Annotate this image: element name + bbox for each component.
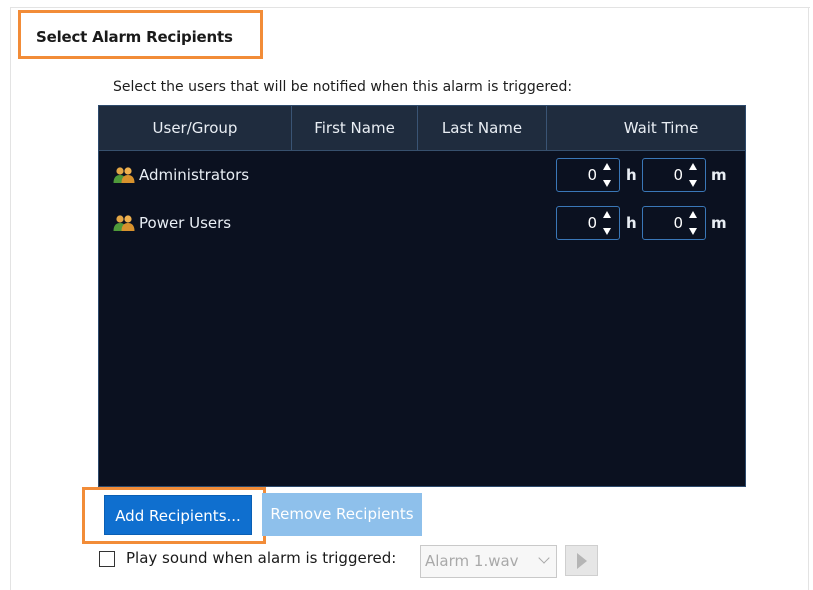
minutes-stepper[interactable]: 0 bbox=[642, 158, 706, 192]
table-row[interactable]: Power Users 0 h 0 m bbox=[99, 203, 745, 243]
hours-unit-label: h bbox=[626, 214, 637, 232]
sound-file-select[interactable]: Alarm 1.wav bbox=[420, 545, 557, 578]
decrement-arrow-icon[interactable] bbox=[689, 228, 697, 235]
panel-border-top bbox=[10, 7, 810, 8]
column-header-wait-time[interactable]: Wait Time bbox=[547, 106, 745, 150]
table-row[interactable]: Administrators 0 h 0 m bbox=[99, 155, 745, 195]
minutes-unit-label: m bbox=[711, 166, 727, 184]
increment-arrow-icon[interactable] bbox=[603, 211, 611, 218]
minutes-value: 0 bbox=[673, 166, 683, 184]
increment-arrow-icon[interactable] bbox=[689, 211, 697, 218]
recipients-table: User/Group First Name Last Name Wait Tim… bbox=[98, 105, 746, 487]
decrement-arrow-icon[interactable] bbox=[603, 228, 611, 235]
panel-border-right bbox=[808, 7, 809, 590]
user-group-icon bbox=[113, 215, 135, 231]
column-header-last-name[interactable]: Last Name bbox=[418, 106, 547, 150]
hours-value: 0 bbox=[587, 166, 597, 184]
play-sound-button[interactable] bbox=[565, 545, 598, 576]
column-header-first-name[interactable]: First Name bbox=[292, 106, 418, 150]
play-icon bbox=[577, 553, 587, 569]
minutes-unit-label: m bbox=[711, 214, 727, 232]
user-group-icon bbox=[113, 167, 135, 183]
instructions-text: Select the users that will be notified w… bbox=[113, 79, 573, 95]
add-button-highlight-box bbox=[82, 487, 266, 544]
decrement-arrow-icon[interactable] bbox=[603, 180, 611, 187]
play-sound-checkbox[interactable] bbox=[99, 551, 115, 567]
title-highlight-box bbox=[18, 10, 263, 59]
row-user-group-name: Administrators bbox=[139, 166, 250, 184]
hours-unit-label: h bbox=[626, 166, 637, 184]
remove-recipients-button[interactable]: Remove Recipients bbox=[262, 493, 422, 536]
table-header: User/Group First Name Last Name Wait Tim… bbox=[99, 106, 745, 151]
sound-file-value: Alarm 1.wav bbox=[425, 552, 519, 570]
panel-border-left bbox=[10, 7, 11, 590]
hours-stepper[interactable]: 0 bbox=[556, 158, 620, 192]
minutes-stepper[interactable]: 0 bbox=[642, 206, 706, 240]
increment-arrow-icon[interactable] bbox=[689, 163, 697, 170]
hours-value: 0 bbox=[587, 214, 597, 232]
chevron-down-icon bbox=[538, 552, 550, 564]
play-sound-label[interactable]: Play sound when alarm is triggered: bbox=[126, 549, 396, 567]
column-header-user-group[interactable]: User/Group bbox=[99, 106, 292, 150]
row-user-group-name: Power Users bbox=[139, 214, 232, 232]
hours-stepper[interactable]: 0 bbox=[556, 206, 620, 240]
increment-arrow-icon[interactable] bbox=[603, 163, 611, 170]
minutes-value: 0 bbox=[673, 214, 683, 232]
decrement-arrow-icon[interactable] bbox=[689, 180, 697, 187]
